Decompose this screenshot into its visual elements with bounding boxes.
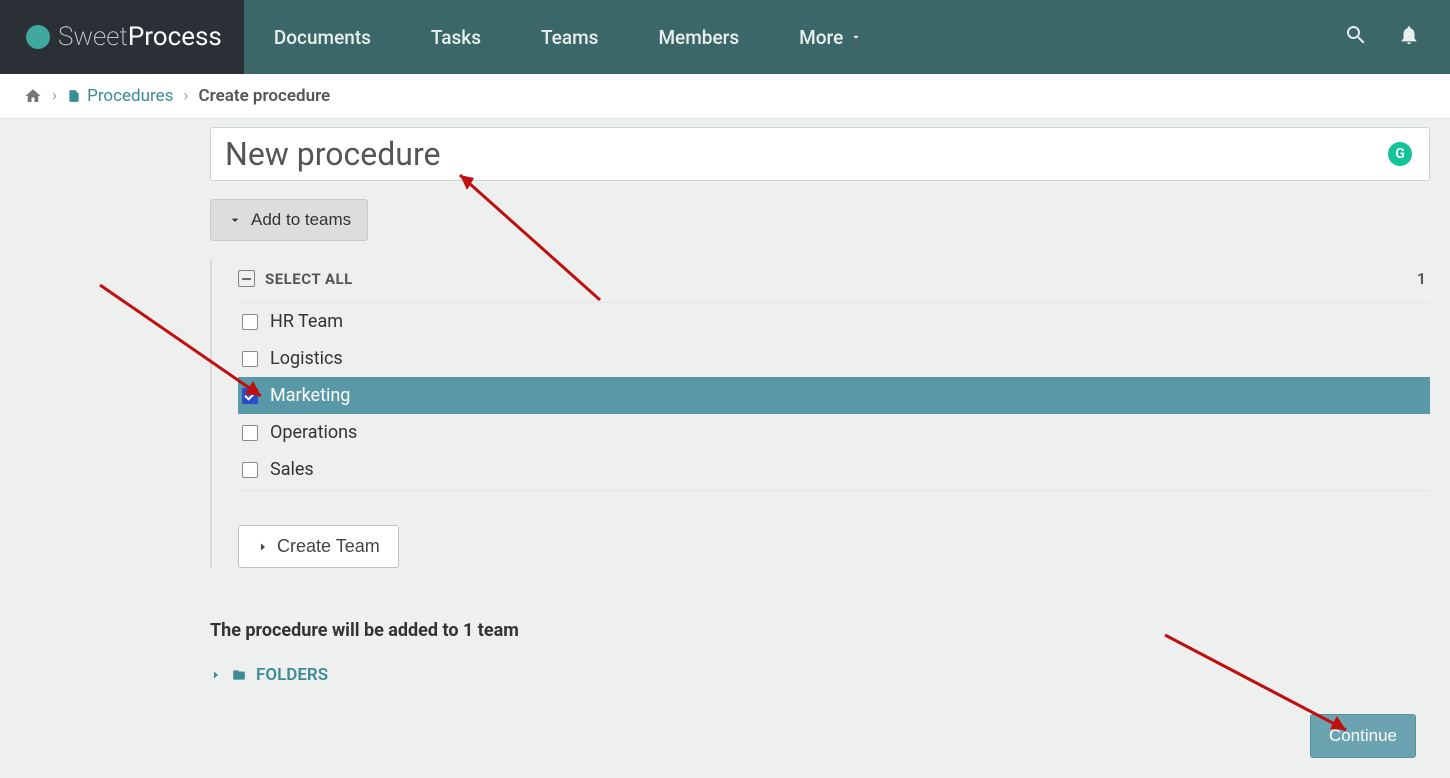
grammarly-icon: G (1388, 142, 1412, 166)
nav-right (1344, 23, 1450, 51)
breadcrumb-home[interactable] (24, 87, 42, 105)
checkbox-icon (242, 425, 258, 441)
breadcrumb-procedures[interactable]: Procedures (67, 86, 173, 106)
continue-button[interactable]: Continue (1310, 714, 1416, 758)
team-label: Operations (270, 422, 357, 443)
search-icon[interactable] (1344, 23, 1368, 51)
team-item-sales[interactable]: Sales (238, 451, 1430, 488)
selected-count: 1 (1417, 269, 1430, 288)
team-label: Marketing (270, 385, 350, 406)
folder-icon (230, 668, 248, 682)
breadcrumb-current: Create procedure (199, 86, 331, 106)
team-label: Logistics (270, 348, 343, 369)
nav-documents[interactable]: Documents (274, 26, 371, 49)
procedure-title-input[interactable] (210, 127, 1430, 181)
select-all-checkbox[interactable]: SELECT ALL (238, 270, 353, 288)
team-item-marketing[interactable]: Marketing (238, 377, 1430, 414)
chevron-down-icon (849, 30, 863, 44)
nav-tasks[interactable]: Tasks (431, 26, 481, 49)
create-team-button[interactable]: Create Team (238, 525, 399, 568)
main-content: G Add to teams SELECT ALL 1 HR Team Logi… (210, 119, 1430, 685)
team-item-logistics[interactable]: Logistics (238, 340, 1430, 377)
chevron-right-icon: › (183, 86, 188, 106)
brand-logo[interactable]: SweetProcess (0, 0, 244, 74)
team-item-operations[interactable]: Operations (238, 414, 1430, 451)
chevron-down-icon (227, 212, 243, 228)
folders-toggle[interactable]: FOLDERS (210, 665, 328, 685)
team-label: Sales (270, 459, 314, 480)
checkbox-checked-icon (242, 388, 258, 404)
logo-icon (26, 25, 50, 49)
primary-nav: Documents Tasks Teams Members More (244, 26, 1344, 49)
chevron-right-icon (257, 541, 269, 553)
document-icon (67, 87, 81, 105)
topbar: SweetProcess Documents Tasks Teams Membe… (0, 0, 1450, 74)
team-summary-text: The procedure will be added to 1 team (210, 620, 1430, 641)
team-item-hr[interactable]: HR Team (238, 303, 1430, 340)
checkbox-icon (242, 314, 258, 330)
chevron-right-icon (210, 669, 222, 681)
bell-icon[interactable] (1398, 24, 1420, 50)
nav-members[interactable]: Members (658, 26, 739, 49)
nav-teams[interactable]: Teams (541, 26, 598, 49)
checkbox-icon (242, 351, 258, 367)
logo-text: SweetProcess (58, 22, 222, 52)
team-list: HR Team Logistics Marketing Operations S… (238, 302, 1430, 491)
chevron-right-icon: › (52, 86, 57, 106)
team-label: HR Team (270, 311, 343, 332)
breadcrumb: › Procedures › Create procedure (0, 74, 1450, 119)
teams-panel: SELECT ALL 1 HR Team Logistics Marketing… (210, 259, 1430, 568)
checkbox-icon (242, 462, 258, 478)
checkbox-indeterminate-icon (238, 270, 255, 287)
add-to-teams-button[interactable]: Add to teams (210, 199, 368, 241)
nav-more[interactable]: More (799, 26, 863, 49)
home-icon (24, 87, 42, 105)
